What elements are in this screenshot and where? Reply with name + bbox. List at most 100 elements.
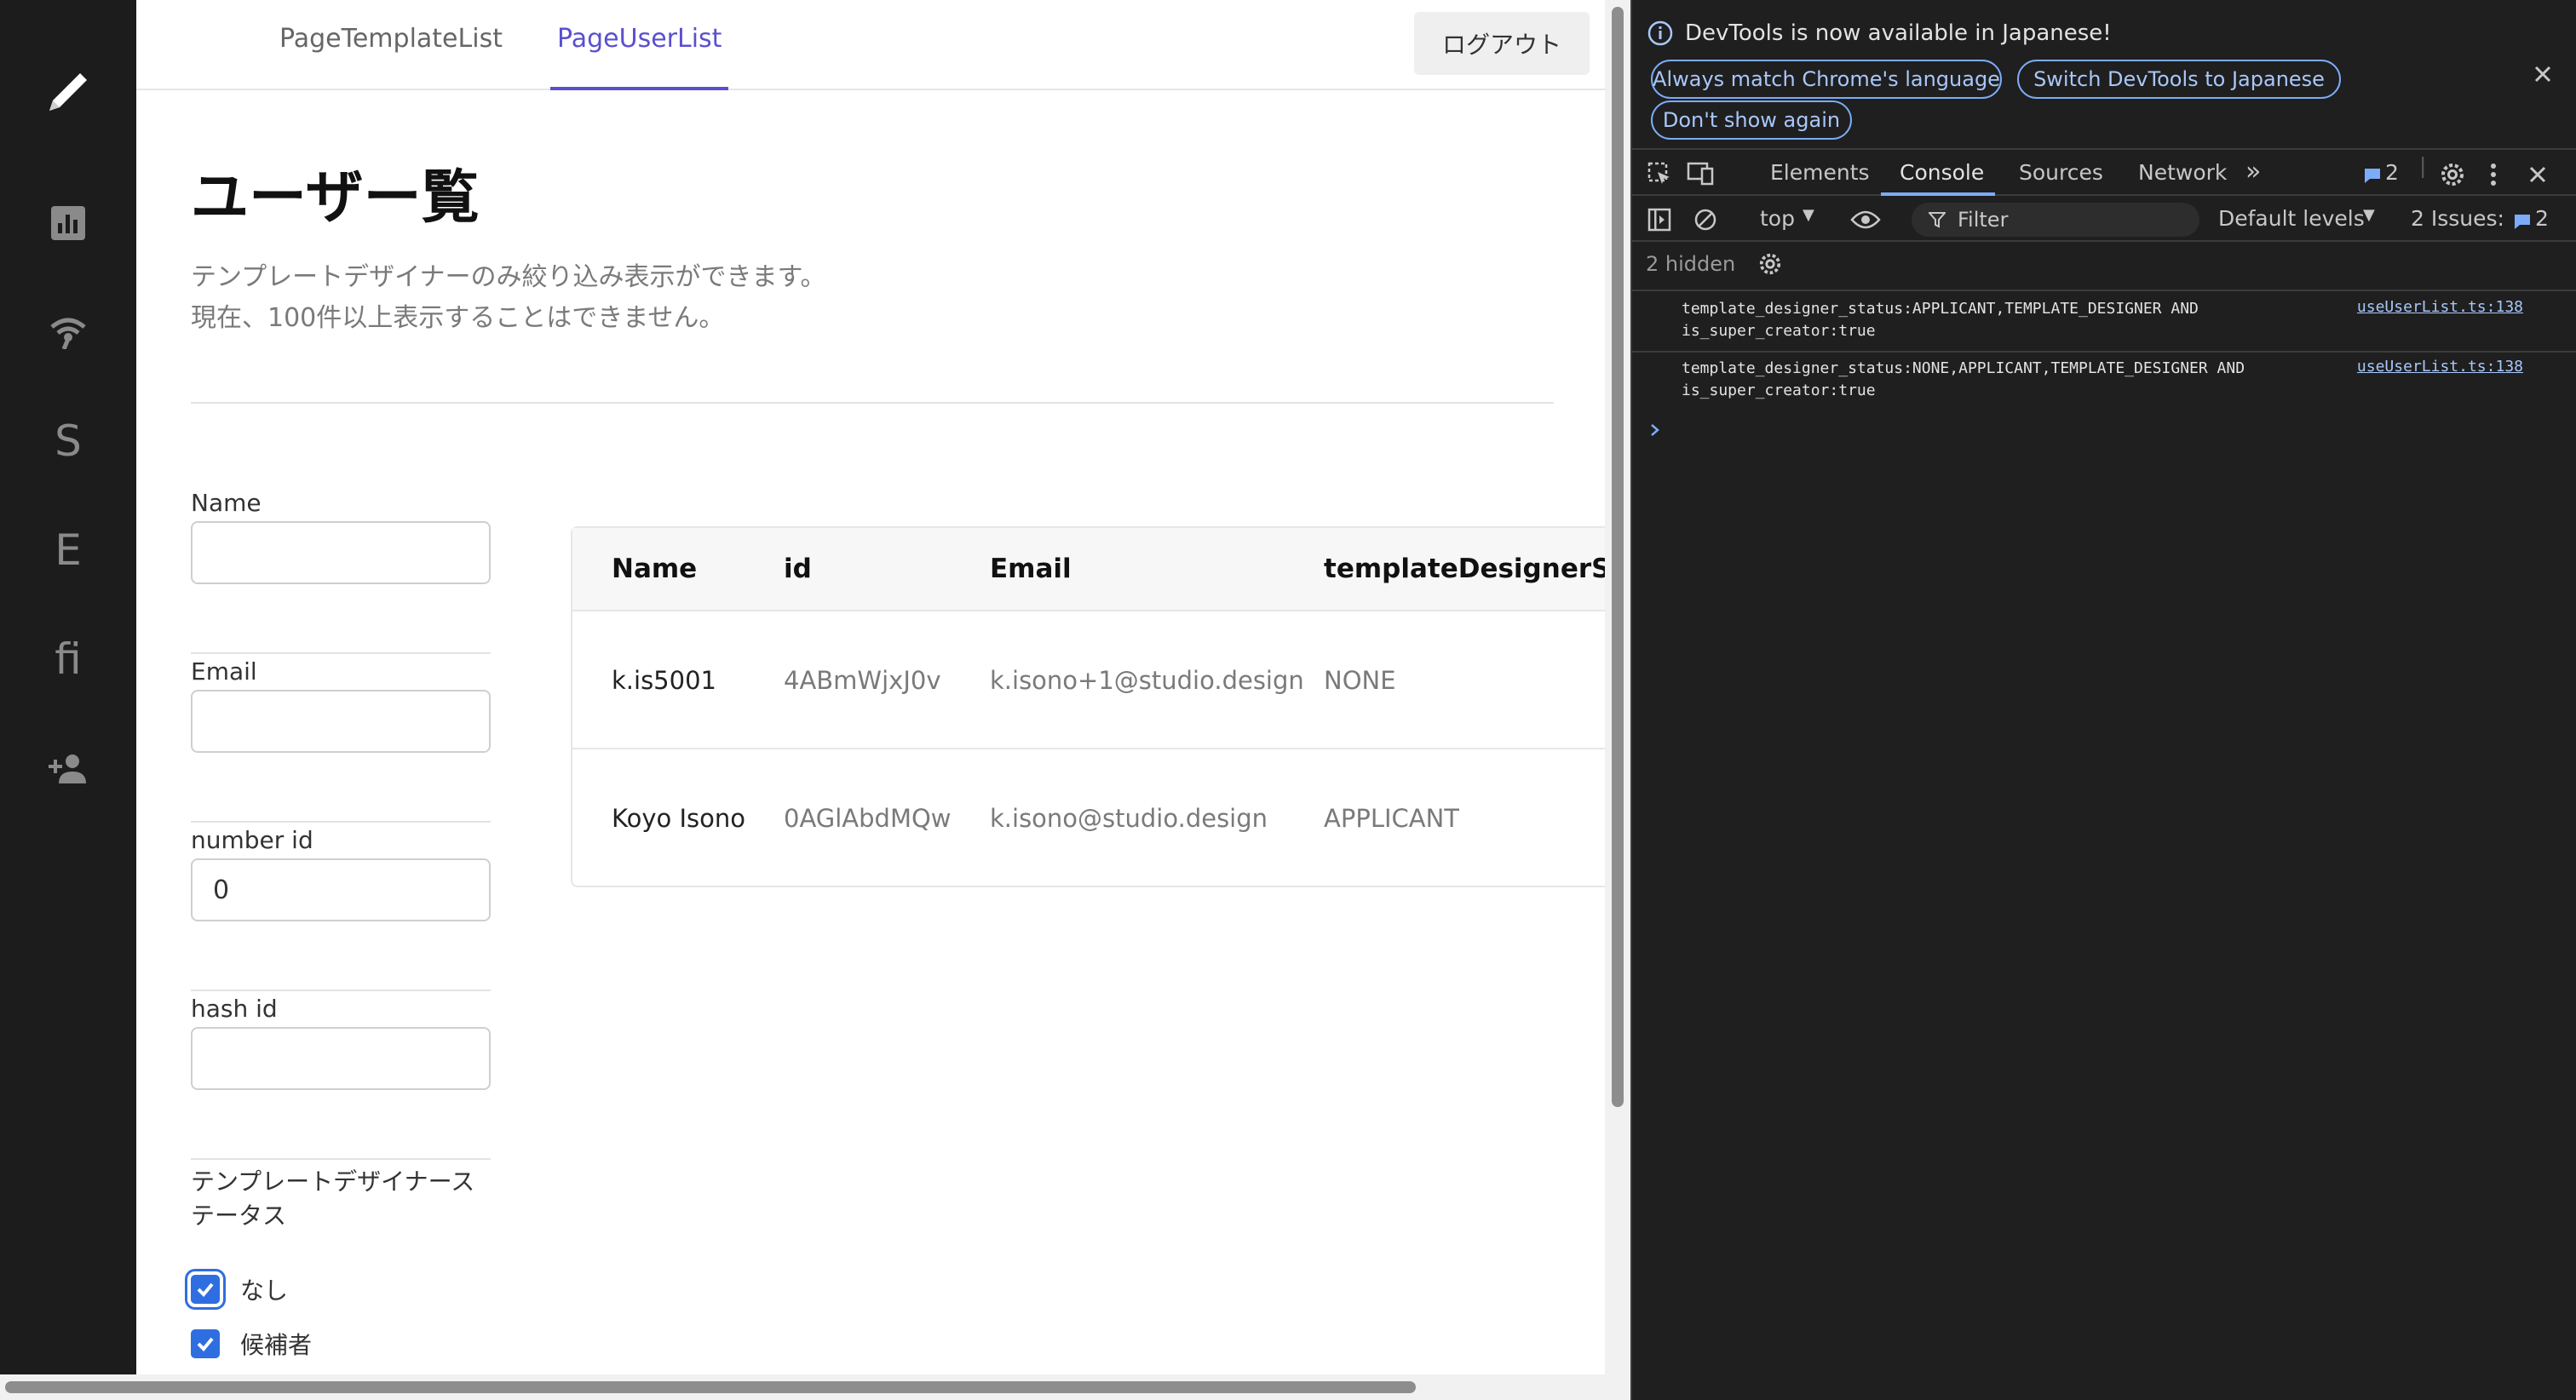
number-id-label: number id — [191, 826, 313, 854]
broadcast-icon — [50, 318, 86, 349]
log-levels-dropdown[interactable]: Default levels — [2218, 206, 2365, 231]
divider — [191, 402, 1554, 404]
sidebar-item-broadcast[interactable] — [0, 290, 136, 375]
sidebar-item-users[interactable] — [0, 726, 136, 811]
tab-page-user-list[interactable]: PageUserList — [550, 24, 729, 90]
message-icon — [2365, 169, 2380, 183]
message-icon — [2515, 215, 2530, 229]
filter-placeholder: Filter — [1958, 208, 2009, 232]
devtools-tab-bar: Elements Console Sources Network » 2 | — [1632, 152, 2576, 196]
divider — [191, 821, 491, 823]
sidebar-item-s[interactable]: S — [0, 399, 136, 484]
checkbox[interactable] — [191, 1275, 220, 1304]
sidebar-toggle-icon[interactable] — [1647, 208, 1671, 232]
table-row[interactable]: k.is5001 4ABmWjxJ0v k.isono+1@studio.des… — [572, 611, 1605, 749]
log-source-link[interactable]: useUserList.ts:138 — [2357, 298, 2523, 316]
sidebar-item-analytics[interactable] — [0, 181, 136, 266]
pencil-icon — [49, 73, 87, 111]
horizontal-scrollbar[interactable] — [0, 1374, 1630, 1400]
switch-japanese-button[interactable]: Switch DevTools to Japanese — [2017, 60, 2341, 99]
tab-console[interactable]: Console — [1900, 160, 1984, 185]
name-field[interactable] — [191, 521, 491, 584]
bar-chart-icon — [51, 206, 85, 240]
issues-count[interactable]: 2 — [2535, 206, 2549, 231]
checkbox[interactable] — [191, 1329, 220, 1358]
more-options-icon[interactable] — [2489, 164, 2498, 186]
check-icon — [197, 1282, 214, 1297]
scrollbar-thumb[interactable] — [1612, 7, 1624, 1107]
message-count[interactable]: 2 — [2385, 160, 2399, 185]
console-prompt-icon[interactable] — [1649, 422, 1661, 438]
page-description: 現在、100件以上表示することはできません。 — [191, 303, 725, 333]
sidebar-item-edit[interactable] — [0, 49, 136, 135]
sidebar-item-label: S — [55, 416, 82, 466]
settings-icon[interactable] — [2440, 162, 2465, 187]
dont-show-again-button[interactable]: Don't show again — [1651, 100, 1852, 140]
eye-icon[interactable] — [1850, 209, 1881, 230]
language-banner: DevTools is now available in Japanese! A… — [1632, 0, 2576, 150]
person-add-icon — [49, 755, 86, 783]
sidebar-item-fi[interactable]: fi — [0, 617, 136, 702]
chevron-down-icon: ▼ — [2363, 206, 2375, 224]
divider — [1632, 290, 2576, 291]
checkbox-label: 候補者 — [240, 1331, 313, 1359]
hash-id-field[interactable] — [191, 1027, 491, 1090]
column-header-status: templateDesignerStat — [1324, 554, 1605, 584]
log-text: template_designer_status:APPLICANT,TEMPL… — [1682, 300, 2199, 318]
settings-icon[interactable] — [1758, 252, 1782, 276]
status-label: テータス — [191, 1202, 287, 1230]
cell-id: 4ABmWjxJ0v — [784, 666, 941, 695]
cell-name: k.is5001 — [612, 666, 716, 695]
column-header-id: id — [784, 554, 812, 584]
filter-icon — [1929, 212, 1946, 228]
filter-input[interactable]: Filter — [1912, 203, 2199, 237]
number-id-field[interactable] — [191, 858, 491, 921]
scrollbar-thumb[interactable] — [5, 1381, 1416, 1393]
column-header-name: Name — [612, 554, 698, 584]
tab-network[interactable]: Network — [2138, 160, 2227, 185]
cell-name: Koyo Isono — [612, 804, 745, 833]
cell-status: APPLICANT — [1324, 804, 1460, 833]
cell-email: k.isono+1@studio.design — [990, 666, 1304, 695]
match-language-button[interactable]: Always match Chrome's language — [1651, 60, 2002, 99]
email-field[interactable] — [191, 690, 491, 753]
user-table: Name id Email templateDesignerStat k.is5… — [571, 526, 1605, 887]
close-icon[interactable] — [2528, 165, 2547, 184]
divider — [191, 990, 491, 991]
column-header-email: Email — [990, 554, 1072, 584]
log-text: template_designer_status:NONE,APPLICANT,… — [1682, 359, 2245, 377]
sidebar-item-label: E — [55, 525, 82, 575]
logout-button[interactable]: ログアウト — [1414, 12, 1590, 75]
table-header: Name id Email templateDesignerStat — [572, 528, 1605, 611]
context-selector[interactable]: top — [1760, 206, 1795, 231]
tab-page-template-list[interactable]: PageTemplateList — [273, 24, 509, 90]
cell-id: 0AGlAbdMQw — [784, 804, 952, 833]
table-row[interactable]: Koyo Isono 0AGlAbdMQw k.isono@studio.des… — [572, 749, 1605, 887]
page-title: ユーザー覧 — [191, 164, 480, 232]
icon-sidebar: S E fi — [0, 0, 136, 1400]
check-icon — [197, 1337, 214, 1351]
banner-text: DevTools is now available in Japanese! — [1685, 20, 2112, 46]
active-tab-indicator — [1881, 192, 1995, 196]
divider — [191, 652, 491, 654]
clear-console-icon[interactable] — [1693, 208, 1717, 232]
cell-status: NONE — [1324, 666, 1396, 695]
tab-elements[interactable]: Elements — [1770, 160, 1870, 185]
close-icon[interactable] — [2533, 65, 2552, 83]
name-label: Name — [191, 489, 262, 517]
inspect-icon[interactable] — [1647, 162, 1671, 186]
info-icon — [1647, 20, 1673, 46]
status-checkbox-none[interactable]: なし — [191, 1272, 288, 1306]
tab-sources[interactable]: Sources — [2019, 160, 2103, 185]
status-checkbox-applicant[interactable]: 候補者 — [191, 1327, 312, 1361]
vertical-scrollbar[interactable] — [1605, 0, 1630, 1374]
more-tabs-icon[interactable]: » — [2245, 157, 2261, 186]
log-source-link[interactable]: useUserList.ts:138 — [2357, 358, 2523, 376]
sidebar-item-e[interactable]: E — [0, 508, 136, 593]
chevron-down-icon: ▼ — [1803, 206, 1814, 224]
issues-label[interactable]: 2 Issues: — [2411, 206, 2504, 231]
console-message: template_designer_status:NONE,APPLICANT,… — [1632, 358, 2576, 410]
console-toolbar: top ▼ Filter Default levels ▼ 2 Issues: … — [1632, 198, 2576, 242]
top-navigation: PageTemplateList PageUserList ログアウト — [136, 0, 1605, 90]
device-toggle-icon[interactable] — [1687, 162, 1714, 186]
